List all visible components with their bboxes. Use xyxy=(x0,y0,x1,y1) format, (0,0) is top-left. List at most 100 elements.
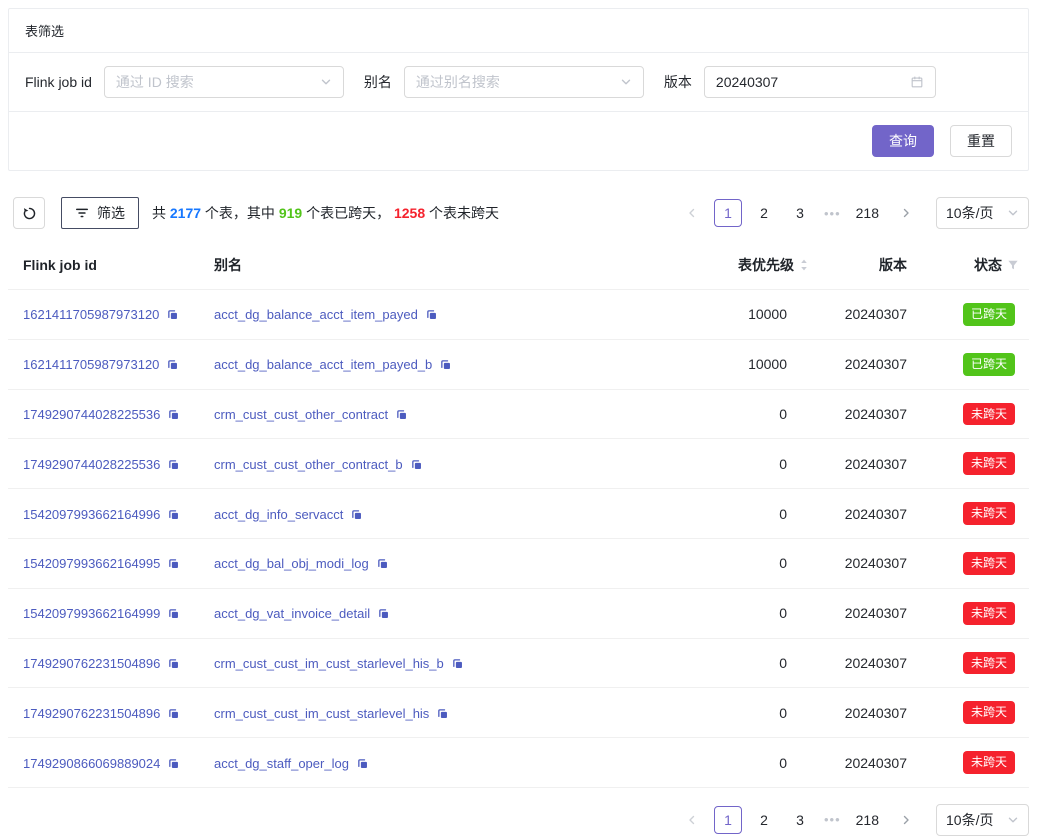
priority-cell: 0 xyxy=(657,688,817,738)
table-row: 1749290744028225536 crm_cust_cust_other_… xyxy=(8,389,1029,439)
refresh-button[interactable] xyxy=(13,197,45,229)
alias-link[interactable]: acct_dg_balance_acct_item_payed xyxy=(214,307,418,322)
copy-icon[interactable] xyxy=(395,408,408,421)
copy-icon[interactable] xyxy=(376,557,389,570)
flink-job-id-link[interactable]: 1749290866069889024 xyxy=(23,756,160,771)
pagination-top: 1 2 3 ••• 218 xyxy=(674,199,924,227)
flink-job-id-link[interactable]: 1749290762231504896 xyxy=(23,656,160,671)
status-badge: 已跨天 xyxy=(963,303,1015,326)
status-cell: 未跨天 xyxy=(917,588,1029,638)
copy-icon[interactable] xyxy=(425,308,438,321)
flink-job-id-link[interactable]: 1621411705987973120 xyxy=(23,307,159,322)
page-size-value: 10条/页 xyxy=(946,203,993,223)
copy-icon[interactable] xyxy=(167,607,180,620)
summary-text: 共 2177 个表，其中 919 个表已跨天， 1258 个表未跨天 xyxy=(152,203,499,223)
version-date-input[interactable]: 20240307 xyxy=(704,66,936,98)
alias-link[interactable]: acct_dg_bal_obj_modi_log xyxy=(214,556,369,571)
prev-page-button[interactable] xyxy=(678,199,706,227)
page-button-3[interactable]: 3 xyxy=(786,199,814,227)
status-cell: 未跨天 xyxy=(917,489,1029,539)
copy-icon[interactable] xyxy=(350,508,363,521)
copy-icon[interactable] xyxy=(167,508,180,521)
chevron-left-icon xyxy=(686,207,698,219)
priority-cell: 0 xyxy=(657,489,817,539)
flink-job-id-link[interactable]: 1749290762231504896 xyxy=(23,706,160,721)
next-page-button[interactable] xyxy=(892,199,920,227)
status-filter-funnel-icon[interactable] xyxy=(1007,259,1019,271)
version-cell: 20240307 xyxy=(817,538,917,588)
alias-link[interactable]: crm_cust_cust_im_cust_starlevel_his_b xyxy=(214,656,444,671)
table-row: 1621411705987973120 acct_dg_balance_acct… xyxy=(8,290,1029,340)
copy-icon[interactable] xyxy=(356,757,369,770)
copy-icon[interactable] xyxy=(167,707,180,720)
priority-cell: 0 xyxy=(657,588,817,638)
alias-link[interactable]: acct_dg_staff_oper_log xyxy=(214,756,349,771)
copy-icon[interactable] xyxy=(167,408,180,421)
alias-link[interactable]: crm_cust_cust_im_cust_starlevel_his xyxy=(214,706,429,721)
copy-icon[interactable] xyxy=(377,607,390,620)
prev-page-button[interactable] xyxy=(678,806,706,834)
page-button-last[interactable]: 218 xyxy=(851,806,884,834)
bottom-pagination-bar: 1 2 3 ••• 218 10条/页 xyxy=(0,804,1029,836)
version-cell: 20240307 xyxy=(817,489,917,539)
next-page-button[interactable] xyxy=(892,806,920,834)
sort-carets-icon[interactable] xyxy=(799,258,809,272)
copy-icon[interactable] xyxy=(166,308,179,321)
summary-segment: 个表，其中 xyxy=(201,205,279,221)
chevron-down-icon xyxy=(620,76,632,88)
chevron-down-icon xyxy=(1007,814,1019,826)
version-cell: 20240307 xyxy=(817,588,917,638)
flink-job-id-link[interactable]: 1542097993662164995 xyxy=(23,556,160,571)
alias-link[interactable]: acct_dg_balance_acct_item_payed_b xyxy=(214,357,432,372)
status-badge: 未跨天 xyxy=(963,403,1015,426)
filter-card-title: 表筛选 xyxy=(9,9,1028,53)
status-cell: 未跨天 xyxy=(917,538,1029,588)
page-button-2[interactable]: 2 xyxy=(750,199,778,227)
alias-select[interactable]: 通过别名搜索 xyxy=(404,66,644,98)
column-header-priority[interactable]: 表优先级 xyxy=(657,249,817,290)
crossed-count: 919 xyxy=(279,205,302,221)
flink-job-id-select[interactable]: 通过 ID 搜索 xyxy=(104,66,344,98)
query-button[interactable]: 查询 xyxy=(872,125,934,157)
copy-icon[interactable] xyxy=(436,707,449,720)
column-header-status[interactable]: 状态 xyxy=(917,249,1029,290)
flink-job-id-link[interactable]: 1749290744028225536 xyxy=(23,457,160,472)
priority-cell: 10000 xyxy=(657,290,817,340)
page-button-last[interactable]: 218 xyxy=(851,199,884,227)
flink-job-id-link[interactable]: 1749290744028225536 xyxy=(23,407,160,422)
priority-cell: 10000 xyxy=(657,339,817,389)
page-button-3[interactable]: 3 xyxy=(786,806,814,834)
filter-actions-row: 查询 重置 xyxy=(9,112,1028,170)
page-size-select[interactable]: 10条/页 xyxy=(936,804,1029,836)
page-button-1[interactable]: 1 xyxy=(714,199,742,227)
copy-icon[interactable] xyxy=(439,358,452,371)
flink-job-id-placeholder: 通过 ID 搜索 xyxy=(116,72,194,92)
copy-icon[interactable] xyxy=(166,358,179,371)
priority-cell: 0 xyxy=(657,638,817,688)
alias-link[interactable]: crm_cust_cust_other_contract xyxy=(214,407,388,422)
flink-job-id-link[interactable]: 1542097993662164996 xyxy=(23,507,160,522)
copy-icon[interactable] xyxy=(167,757,180,770)
filter-button[interactable]: 筛选 xyxy=(61,197,139,229)
copy-icon[interactable] xyxy=(451,657,464,670)
alias-link[interactable]: acct_dg_vat_invoice_detail xyxy=(214,606,370,621)
alias-link[interactable]: acct_dg_info_servacct xyxy=(214,507,343,522)
copy-icon[interactable] xyxy=(410,458,423,471)
page-button-1[interactable]: 1 xyxy=(714,806,742,834)
page-size-select[interactable]: 10条/页 xyxy=(936,197,1029,229)
flink-job-id-link[interactable]: 1542097993662164999 xyxy=(23,606,160,621)
page-button-2[interactable]: 2 xyxy=(750,806,778,834)
alias-link[interactable]: crm_cust_cust_other_contract_b xyxy=(214,457,403,472)
copy-icon[interactable] xyxy=(167,657,180,670)
pagination-bottom: 1 2 3 ••• 218 xyxy=(674,806,924,834)
priority-cell: 0 xyxy=(657,389,817,439)
page-ellipsis: ••• xyxy=(824,206,841,221)
flink-job-id-link[interactable]: 1621411705987973120 xyxy=(23,357,159,372)
flink-job-id-cell: 1542097993662164999 xyxy=(8,588,206,638)
status-cell: 未跨天 xyxy=(917,638,1029,688)
alias-cell: acct_dg_balance_acct_item_payed_b xyxy=(206,339,657,389)
copy-icon[interactable] xyxy=(167,557,180,570)
copy-icon[interactable] xyxy=(167,458,180,471)
reset-button[interactable]: 重置 xyxy=(950,125,1012,157)
table-row: 1621411705987973120 acct_dg_balance_acct… xyxy=(8,339,1029,389)
